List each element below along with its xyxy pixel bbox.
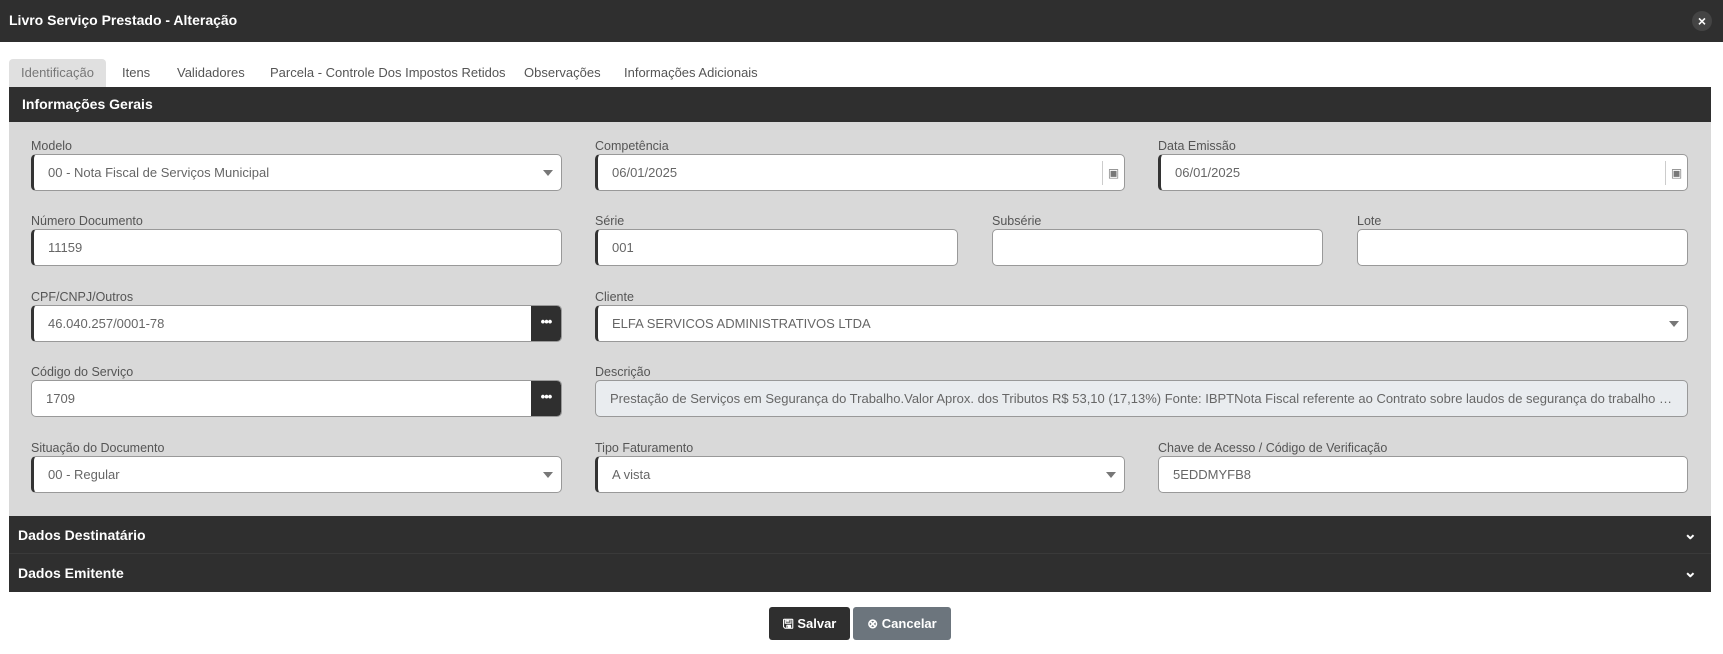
- serie-label: Série: [595, 214, 625, 228]
- modelo-select[interactable]: 00 - Nota Fiscal de Serviços Municipal: [31, 154, 562, 191]
- modelo-label: Modelo: [31, 139, 72, 153]
- tab-observacoes[interactable]: Observações: [512, 59, 613, 87]
- caret-down-icon: [1106, 472, 1116, 478]
- tab-itens[interactable]: Itens: [110, 59, 162, 87]
- subserie-input[interactable]: [992, 229, 1323, 266]
- cpf-value: 46.040.257/0001-78: [48, 316, 165, 331]
- situacao-value: 00 - Regular: [48, 467, 120, 482]
- cancel-icon: ⊗: [867, 616, 882, 631]
- situacao-select[interactable]: 00 - Regular: [31, 456, 562, 493]
- window-header: [0, 0, 1723, 42]
- tab-identificacao[interactable]: Identificação: [9, 59, 106, 87]
- data-emissao-value: 06/01/2025: [1175, 165, 1241, 180]
- codigo-value: 1709: [46, 391, 75, 406]
- tipo-select[interactable]: A vista: [595, 456, 1125, 493]
- modelo-value: 00 - Nota Fiscal de Serviços Municipal: [48, 165, 270, 180]
- competencia-label: Competência: [595, 139, 669, 153]
- cliente-label: Cliente: [595, 290, 634, 304]
- descricao-label: Descrição: [595, 365, 651, 379]
- chave-label: Chave de Acesso / Código de Verificação: [1158, 441, 1388, 455]
- cliente-select[interactable]: ELFA SERVICOS ADMINISTRATIVOS LTDA: [595, 305, 1688, 342]
- cliente-value: ELFA SERVICOS ADMINISTRATIVOS LTDA: [612, 316, 871, 331]
- calendar-icon[interactable]: ▣: [1665, 161, 1687, 185]
- subserie-label: Subsérie: [992, 214, 1042, 228]
- descricao-input[interactable]: Prestação de Serviços em Segurança do Tr…: [595, 380, 1688, 417]
- cpf-label: CPF/CNPJ/Outros: [31, 290, 134, 304]
- accordion-dados-destinatario[interactable]: Dados Destinatário ⌄: [9, 516, 1711, 554]
- situacao-label: Situação do Documento: [31, 441, 165, 455]
- competencia-input[interactable]: 06/01/2025 ▣: [595, 154, 1125, 191]
- save-label: Salvar: [797, 616, 837, 631]
- lote-input[interactable]: [1357, 229, 1688, 266]
- caret-down-icon: [543, 472, 553, 478]
- save-icon: 🖫: [782, 616, 798, 631]
- more-icon[interactable]: •••: [531, 306, 561, 341]
- cpf-input[interactable]: 46.040.257/0001-78 •••: [31, 305, 562, 342]
- window-title: Livro Serviço Prestado - Alteração: [9, 12, 238, 28]
- data-emissao-label: Data Emissão: [1158, 139, 1236, 153]
- accordion-label: Dados Emitente: [18, 565, 124, 581]
- accordion-dados-emitente[interactable]: Dados Emitente ⌄: [9, 554, 1711, 592]
- more-icon[interactable]: •••: [531, 381, 561, 416]
- close-icon[interactable]: ×: [1692, 11, 1712, 31]
- tipo-value: A vista: [612, 467, 651, 482]
- save-button[interactable]: 🖫 Salvar: [769, 607, 850, 640]
- codigo-input[interactable]: 1709 •••: [31, 380, 562, 417]
- competencia-value: 06/01/2025: [612, 165, 678, 180]
- numero-input[interactable]: 11159: [31, 229, 562, 266]
- accordion-label: Dados Destinatário: [18, 527, 146, 543]
- tab-parcela[interactable]: Parcela - Controle Dos Impostos Retidos: [258, 59, 518, 87]
- section-header: Informações Gerais: [9, 87, 1711, 122]
- data-emissao-input[interactable]: 06/01/2025 ▣: [1158, 154, 1688, 191]
- calendar-icon[interactable]: ▣: [1102, 161, 1124, 185]
- numero-label: Número Documento: [31, 214, 143, 228]
- tab-validadores[interactable]: Validadores: [165, 59, 257, 87]
- chave-input[interactable]: 5EDDMYFB8: [1158, 456, 1688, 493]
- chevron-down-icon: ⌄: [1683, 526, 1697, 543]
- tipo-label: Tipo Faturamento: [595, 441, 694, 455]
- cancel-button[interactable]: ⊗ Cancelar: [853, 607, 951, 640]
- lote-label: Lote: [1357, 214, 1382, 228]
- caret-down-icon: [1669, 321, 1679, 327]
- codigo-label: Código do Serviço: [31, 365, 134, 379]
- caret-down-icon: [543, 170, 553, 176]
- cancel-label: Cancelar: [881, 616, 937, 631]
- serie-input[interactable]: 001: [595, 229, 958, 266]
- chevron-down-icon: ⌄: [1683, 564, 1697, 581]
- tab-informacoes-adicionais[interactable]: Informações Adicionais: [612, 59, 770, 87]
